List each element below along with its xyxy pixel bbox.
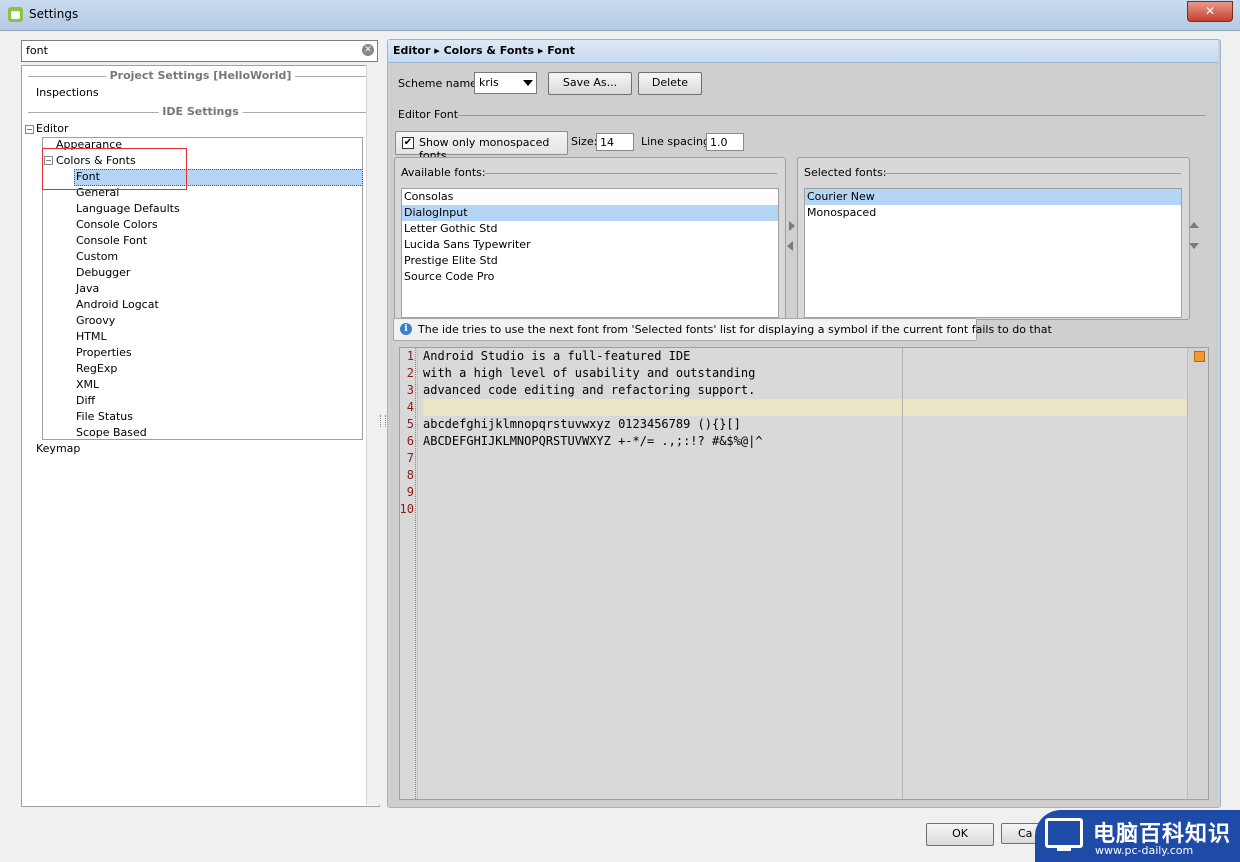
- breadcrumb: Editor ▸ Colors & Fonts ▸ Font: [388, 40, 1218, 63]
- size-label: Size:: [571, 135, 598, 148]
- line-number: 8: [406, 468, 414, 482]
- monospaced-checkbox-row[interactable]: ✔ Show only monospaced fonts: [395, 131, 568, 162]
- line-number: 1: [406, 349, 414, 363]
- font-list-item[interactable]: DialogInput: [402, 205, 778, 221]
- font-list-item[interactable]: Letter Gothic Std: [402, 221, 778, 237]
- scheme-combo[interactable]: kris: [474, 72, 537, 94]
- selected-fonts-list[interactable]: Courier New Monospaced: [804, 188, 1182, 318]
- close-button[interactable]: ✕: [1187, 1, 1233, 22]
- error-stripe: [1187, 348, 1208, 799]
- window-title: Settings: [29, 7, 79, 21]
- tree-item-keymap[interactable]: Keymap: [36, 441, 80, 457]
- line-number-gutter: 1 2 3 4 5 6 7 8 9 10: [400, 348, 416, 799]
- tree-item-file-status[interactable]: File Status: [76, 409, 133, 425]
- collapse-editor-icon[interactable]: −: [25, 125, 34, 134]
- clear-search-icon[interactable]: ✕: [362, 44, 374, 56]
- selected-fonts-label: Selected fonts:: [804, 166, 887, 179]
- line-spacing-input[interactable]: 1.0: [706, 133, 744, 151]
- tree-item-java[interactable]: Java: [76, 281, 99, 297]
- line-spacing-label: Line spacing:: [641, 135, 714, 148]
- line-number: 5: [406, 417, 414, 431]
- font-preview-editor[interactable]: 1 2 3 4 5 6 7 8 9 10 Android Studio is a full-fea…: [399, 347, 1209, 800]
- delete-button[interactable]: Delete: [638, 72, 702, 95]
- available-fonts-list[interactable]: Consolas DialogInput Letter Gothic Std Luci…: [401, 188, 779, 318]
- preview-code-line: abcdefghijklmnopqrstuvwxyz 0123456789 ()…: [423, 417, 741, 431]
- line-number: 9: [406, 485, 414, 499]
- save-as-button[interactable]: Save As...: [548, 72, 632, 95]
- tree-item-custom[interactable]: Custom: [76, 249, 118, 265]
- tree-item-language-defaults[interactable]: Language Defaults: [76, 201, 180, 217]
- site-watermark: 电脑百科知识 www.pc-daily.com: [1035, 810, 1240, 862]
- watermark-url: www.pc-daily.com: [1095, 844, 1194, 857]
- tree-item-android-logcat[interactable]: Android Logcat: [76, 297, 159, 313]
- search-field[interactable]: ✕: [21, 40, 378, 62]
- title-bar: Settings ✕: [0, 0, 1240, 31]
- tree-item-properties[interactable]: Properties: [76, 345, 132, 361]
- breadcrumb-text: Editor ▸ Colors & Fonts ▸ Font: [393, 44, 575, 57]
- scheme-value: kris: [479, 76, 499, 89]
- tree-item-regexp[interactable]: RegExp: [76, 361, 117, 377]
- project-settings-separator: Project Settings [HelloWorld]: [28, 69, 373, 83]
- available-fonts-label: Available fonts:: [401, 166, 486, 179]
- tree-item-inspections[interactable]: Inspections: [36, 85, 99, 101]
- move-down-icon[interactable]: [1189, 243, 1199, 249]
- annotation-highlight-box: [42, 148, 187, 190]
- preview-code-line: with a high level of usability and outst…: [423, 366, 756, 380]
- splitter-handle[interactable]: [380, 415, 386, 427]
- font-list-item[interactable]: Consolas: [402, 189, 778, 205]
- caret-line-highlight: [423, 399, 1187, 416]
- line-number: 6: [406, 434, 414, 448]
- folding-gutter: [417, 348, 418, 799]
- font-list-item[interactable]: Source Code Pro: [402, 269, 778, 285]
- right-margin-guide: [902, 348, 903, 799]
- monospaced-checkbox[interactable]: ✔: [402, 137, 414, 149]
- search-input[interactable]: [26, 43, 356, 58]
- tree-item-diff[interactable]: Diff: [76, 393, 95, 409]
- preview-code-line: Android Studio is a full-featured IDE: [423, 349, 691, 363]
- tree-item-editor[interactable]: Editor: [36, 121, 69, 137]
- line-number: 4: [406, 400, 414, 414]
- tree-item-scope-based[interactable]: Scope Based: [76, 425, 147, 441]
- font-list-item[interactable]: Lucida Sans Typewriter: [402, 237, 778, 253]
- info-message-bar: i The ide tries to use the next font fro…: [393, 318, 1052, 341]
- font-list-item[interactable]: Courier New: [805, 189, 1181, 205]
- tree-scrollbar[interactable]: [366, 65, 381, 805]
- move-right-icon[interactable]: [789, 221, 795, 231]
- line-number: 3: [406, 383, 414, 397]
- info-message-text: The ide tries to use the next font from …: [418, 323, 1052, 336]
- preview-code-line: ABCDEFGHIJKLMNOPQRSTUVWXYZ +-*/= .,;:!? …: [423, 434, 763, 448]
- ide-settings-separator: IDE Settings: [28, 105, 373, 119]
- move-left-icon[interactable]: [787, 241, 793, 251]
- tree-item-console-colors[interactable]: Console Colors: [76, 217, 158, 233]
- line-number: 10: [399, 502, 414, 516]
- line-number: 7: [406, 451, 414, 465]
- tree-item-xml[interactable]: XML: [76, 377, 99, 393]
- info-icon: i: [400, 323, 412, 335]
- line-number: 2: [406, 366, 414, 380]
- tree-item-console-font[interactable]: Console Font: [76, 233, 147, 249]
- move-up-icon[interactable]: [1189, 222, 1199, 228]
- size-input[interactable]: 14: [596, 133, 634, 151]
- panel-divider: [884, 173, 1181, 174]
- tree-item-debugger[interactable]: Debugger: [76, 265, 130, 281]
- font-list-item[interactable]: Prestige Elite Std: [402, 253, 778, 269]
- preview-code-line: advanced code editing and refactoring su…: [423, 383, 756, 397]
- section-divider: [458, 115, 1206, 116]
- font-list-item[interactable]: Monospaced: [805, 205, 1181, 221]
- panel-divider: [485, 173, 777, 174]
- android-app-icon: [8, 7, 23, 22]
- monitor-logo-icon: [1045, 818, 1083, 851]
- tree-item-html[interactable]: HTML: [76, 329, 107, 345]
- scheme-name-label: Scheme name:: [398, 77, 481, 90]
- editor-font-section-label: Editor Font: [398, 108, 459, 121]
- ok-button[interactable]: OK: [926, 823, 994, 846]
- chevron-down-icon: [523, 80, 533, 86]
- tree-item-groovy[interactable]: Groovy: [76, 313, 115, 329]
- status-marker-icon[interactable]: [1194, 351, 1205, 362]
